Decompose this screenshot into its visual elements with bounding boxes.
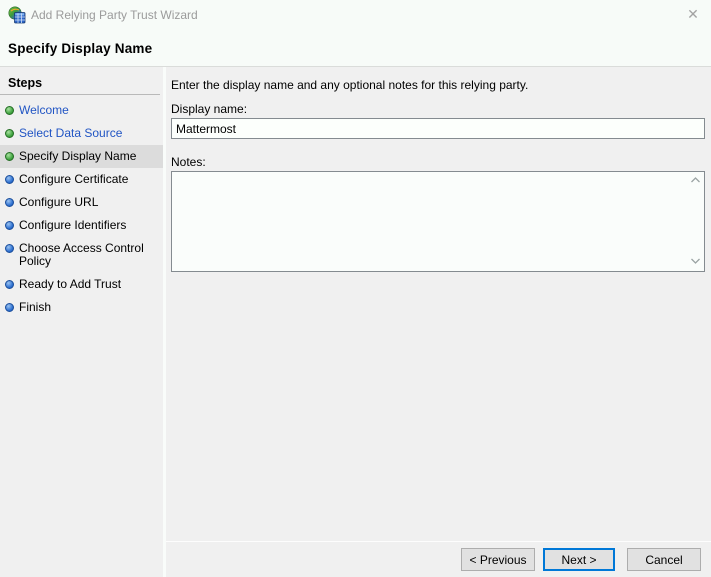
steps-sidebar: Steps Welcome Select Data Source Specify… [0, 67, 166, 577]
sidebar-step-select-data-source[interactable]: Select Data Source [0, 122, 163, 145]
step-label: Specify Display Name [19, 149, 136, 163]
add-relying-party-trust-wizard-dialog: Add Relying Party Trust Wizard ✕ Specify… [0, 0, 711, 577]
step-bullet-icon [5, 175, 14, 184]
step-label: Configure Identifiers [19, 218, 126, 232]
steps-list: Welcome Select Data Source Specify Displ… [0, 99, 163, 319]
notes-textarea[interactable] [172, 172, 686, 271]
step-label: Choose Access Control Policy [19, 241, 144, 268]
sidebar-step-configure-url[interactable]: Configure URL [0, 191, 163, 214]
main-pane: Enter the display name and any optional … [166, 67, 711, 577]
step-bullet-icon [5, 152, 14, 161]
step-bullet-icon [5, 303, 14, 312]
button-bar-separator [166, 541, 711, 542]
step-bullet-icon [5, 244, 14, 253]
step-bullet-icon [5, 198, 14, 207]
step-label: Configure Certificate [19, 172, 128, 186]
sidebar-step-configure-certificate[interactable]: Configure Certificate [0, 168, 163, 191]
close-icon[interactable]: ✕ [683, 4, 703, 24]
sidebar-step-welcome[interactable]: Welcome [0, 99, 163, 122]
display-name-input[interactable] [171, 118, 705, 139]
notes-label: Notes: [171, 155, 206, 169]
notes-field-frame [171, 171, 705, 272]
step-bullet-icon [5, 221, 14, 230]
chevron-down-icon[interactable] [687, 254, 703, 270]
step-label: Ready to Add Trust [19, 277, 121, 291]
sidebar-step-finish[interactable]: Finish [0, 296, 163, 319]
header-band: Add Relying Party Trust Wizard ✕ Specify… [0, 0, 711, 67]
steps-header: Steps [0, 67, 160, 95]
display-name-label: Display name: [171, 102, 247, 116]
next-button[interactable]: Next > [543, 548, 615, 571]
sidebar-step-configure-identifiers[interactable]: Configure Identifiers [0, 214, 163, 237]
wizard-icon [8, 6, 26, 24]
step-label: Welcome [19, 103, 69, 117]
step-bullet-icon [5, 280, 14, 289]
notes-scrollbar[interactable] [687, 173, 703, 270]
dialog-body: Steps Welcome Select Data Source Specify… [0, 67, 711, 577]
page-title: Specify Display Name [8, 41, 152, 56]
sidebar-step-choose-access-control-policy[interactable]: Choose Access Control Policy [0, 237, 163, 273]
step-bullet-icon [5, 106, 14, 115]
cancel-button[interactable]: Cancel [627, 548, 701, 571]
sidebar-step-ready-to-add-trust[interactable]: Ready to Add Trust [0, 273, 163, 296]
titlebar: Add Relying Party Trust Wizard ✕ [0, 0, 711, 28]
step-label: Configure URL [19, 195, 98, 209]
previous-button[interactable]: < Previous [461, 548, 535, 571]
window-title: Add Relying Party Trust Wizard [31, 8, 198, 22]
step-label: Finish [19, 300, 51, 314]
intro-text: Enter the display name and any optional … [171, 78, 528, 92]
chevron-up-icon[interactable] [687, 173, 703, 189]
sidebar-step-specify-display-name[interactable]: Specify Display Name [0, 145, 163, 168]
step-bullet-icon [5, 129, 14, 138]
step-label: Select Data Source [19, 126, 122, 140]
